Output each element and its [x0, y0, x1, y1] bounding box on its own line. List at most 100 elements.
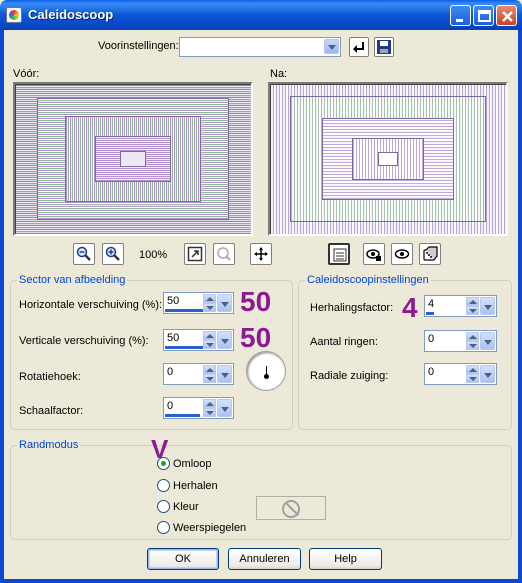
- option-kleur-label[interactable]: Kleur: [173, 501, 199, 513]
- vertical-shift-spinner[interactable]: 50: [163, 329, 234, 351]
- app-icon[interactable]: [6, 7, 22, 23]
- ok-button[interactable]: OK: [147, 548, 219, 570]
- horizontal-shift-spinner[interactable]: 50: [163, 292, 234, 314]
- chevron-down-icon[interactable]: [480, 365, 495, 383]
- rings-spinner[interactable]: 0: [424, 330, 497, 352]
- rotation-label: Rotatiehoek:: [19, 371, 81, 383]
- pan-button[interactable]: [250, 243, 272, 265]
- zoom-in-button[interactable]: [102, 243, 124, 265]
- zoom-actual-button[interactable]: [213, 243, 235, 265]
- cancel-button[interactable]: Annuleren: [228, 548, 301, 570]
- eye-icon: [394, 249, 410, 259]
- option-weerspiegelen-label[interactable]: Weerspiegelen: [173, 522, 246, 534]
- auto-preview-button[interactable]: [391, 243, 413, 265]
- help-button[interactable]: Help: [309, 548, 382, 570]
- spin-buttons[interactable]: [203, 331, 216, 349]
- no-color-icon: [282, 500, 300, 518]
- dial-center: [264, 374, 269, 379]
- show-original-button[interactable]: [363, 243, 385, 265]
- preview-pattern: [378, 152, 398, 166]
- close-button[interactable]: [496, 5, 517, 26]
- spin-down-icon[interactable]: [203, 374, 216, 383]
- list-preview-icon: [333, 248, 347, 262]
- spin-down-icon[interactable]: [466, 341, 479, 350]
- rings-value: 0: [428, 333, 435, 345]
- chevron-down-icon[interactable]: [217, 399, 232, 417]
- radial-label: Radiale zuiging:: [310, 370, 389, 382]
- chevron-down-icon[interactable]: [480, 297, 495, 315]
- repeat-factor-spinner[interactable]: 4: [424, 295, 497, 317]
- option-herhalen-label[interactable]: Herhalen: [173, 480, 218, 492]
- chevron-down-icon[interactable]: [217, 331, 232, 349]
- chevron-down-icon[interactable]: [217, 365, 232, 383]
- rings-label: Aantal ringen:: [310, 336, 378, 348]
- presets-dropdown[interactable]: [179, 37, 341, 57]
- option-omloop-label[interactable]: Omloop: [173, 458, 212, 470]
- zoom-out-button[interactable]: [73, 243, 95, 265]
- randomize-button[interactable]: [419, 243, 441, 265]
- window-frame-left: [0, 30, 4, 583]
- spin-up-icon[interactable]: [203, 331, 216, 340]
- spin-up-icon[interactable]: [466, 297, 479, 306]
- chevron-down-icon[interactable]: [480, 332, 495, 350]
- after-label: Na:: [270, 68, 288, 80]
- save-preset-button[interactable]: [374, 37, 394, 57]
- preview-pattern: [120, 151, 146, 167]
- window-frame-bottom: [0, 579, 522, 583]
- radio-weerspiegelen[interactable]: [157, 521, 170, 534]
- spin-buttons[interactable]: [203, 399, 216, 417]
- before-preview[interactable]: [13, 82, 253, 236]
- annotation-repeat: 4: [402, 292, 418, 323]
- radio-omloop[interactable]: [157, 457, 170, 470]
- chevron-down-icon[interactable]: [217, 294, 232, 312]
- spin-up-icon[interactable]: [203, 294, 216, 303]
- spin-up-icon[interactable]: [203, 399, 216, 408]
- spin-buttons[interactable]: [466, 365, 479, 383]
- scale-slider[interactable]: [165, 414, 200, 417]
- toggle-preview-button[interactable]: [328, 243, 350, 265]
- spin-up-icon[interactable]: [466, 332, 479, 341]
- sector-group-title: Sector van afbeelding: [17, 274, 128, 286]
- scale-value: 0: [167, 400, 174, 412]
- reset-preset-button[interactable]: [349, 37, 369, 57]
- radio-kleur[interactable]: [157, 500, 170, 513]
- radio-herhalen[interactable]: [157, 479, 170, 492]
- spin-down-icon[interactable]: [466, 374, 479, 383]
- rotation-spinner[interactable]: 0: [163, 363, 234, 385]
- spin-down-icon[interactable]: [203, 408, 216, 417]
- after-preview[interactable]: [268, 82, 508, 236]
- spin-buttons[interactable]: [466, 332, 479, 350]
- window-title: Caleidoscoop: [28, 7, 114, 22]
- vertical-shift-value: 50: [167, 332, 180, 344]
- edge-mode-title: Randmodus: [17, 439, 81, 451]
- return-arrow-icon: [353, 42, 364, 53]
- presets-label: Voorinstellingen:: [98, 40, 179, 52]
- rotation-dial[interactable]: [246, 351, 286, 391]
- scale-label: Schaalfactor:: [19, 405, 84, 417]
- maximize-button[interactable]: [473, 5, 494, 26]
- radial-value: 0: [428, 366, 435, 378]
- spin-buttons[interactable]: [203, 294, 216, 312]
- save-icon: [377, 40, 391, 54]
- spin-down-icon[interactable]: [466, 306, 479, 315]
- repeat-factor-slider[interactable]: [426, 312, 434, 315]
- zoom-in-icon: [105, 246, 120, 261]
- minimize-button[interactable]: [450, 5, 471, 26]
- color-swatch[interactable]: [256, 496, 326, 520]
- zoom-level: 100%: [139, 249, 168, 261]
- vertical-shift-label: Verticale verschuiving (%):: [19, 335, 149, 347]
- spin-down-icon[interactable]: [203, 303, 216, 312]
- chevron-down-icon[interactable]: [324, 39, 339, 54]
- spin-buttons[interactable]: [203, 365, 216, 383]
- spin-up-icon[interactable]: [466, 365, 479, 374]
- rotation-value: 0: [167, 366, 174, 378]
- eye-lock-icon: [366, 249, 381, 261]
- radial-spinner[interactable]: 0: [424, 363, 497, 385]
- fit-window-icon: [187, 246, 203, 262]
- zoom-fit-button[interactable]: [184, 243, 206, 265]
- scale-spinner[interactable]: 0: [163, 397, 234, 419]
- spin-down-icon[interactable]: [203, 340, 216, 349]
- move-icon: [254, 247, 268, 261]
- spin-buttons[interactable]: [466, 297, 479, 315]
- spin-up-icon[interactable]: [203, 365, 216, 374]
